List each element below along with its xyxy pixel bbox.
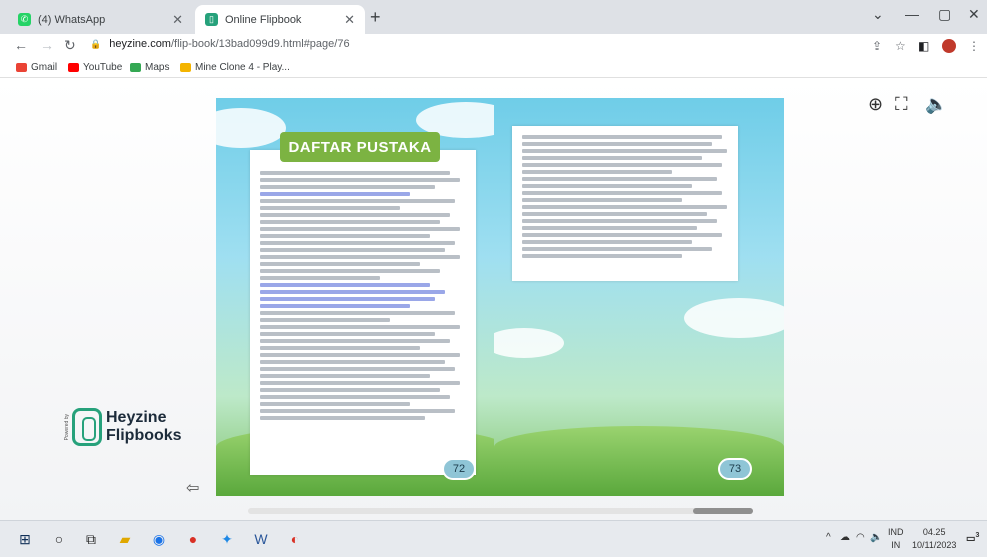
cloud-decoration [216, 108, 286, 148]
minimize-icon[interactable]: — [905, 6, 919, 22]
page-right[interactable]: 73 [494, 98, 784, 496]
flipbook-viewport: DAFTAR PUSTAKA 72 73 ⊕ ⛶ 🔈 Powered by He… [0, 78, 987, 520]
reload-icon[interactable]: ↻ [64, 37, 76, 54]
file-explorer-icon[interactable]: ▰ [116, 530, 134, 548]
url-path: /flip-book/13bad099d9.html#page/76 [170, 38, 350, 50]
cloud-decoration [684, 298, 784, 338]
taskbar: ⊞ ○ ⧉ ▰ ◉ ● ✦ W ◐ ^ ☁ ◠ 🔈 IND IN 04.25 1… [0, 520, 987, 557]
new-tab-button[interactable]: + [370, 7, 381, 28]
sidepanel-icon[interactable]: ◧ [918, 39, 929, 53]
bookmark-label: Mine Clone 4 - Play... [195, 62, 290, 73]
bookmark-mine-clone[interactable]: Mine Clone 4 - Play... [180, 62, 290, 73]
bookmark-label: Gmail [31, 62, 58, 73]
clock-date: 10/11/2023 [912, 540, 957, 550]
wifi-icon[interactable]: ◠ [856, 532, 865, 543]
volume-icon[interactable]: 🔈 [870, 532, 882, 543]
bookmark-label: YouTube [83, 62, 123, 73]
sound-icon[interactable]: 🔈 [925, 94, 947, 115]
youtube-icon [68, 63, 79, 72]
maximize-icon[interactable]: ▢ [938, 6, 951, 23]
language-line-2: IN [891, 540, 901, 550]
word-icon[interactable]: W [252, 530, 270, 548]
bibliography-sheet [512, 126, 738, 281]
heyzine-logo[interactable]: Powered by Heyzine Flipbooks [64, 408, 182, 446]
system-clock[interactable]: 04.25 10/11/2023 [912, 526, 956, 552]
address-bar: ← → ↻ 🔒 heyzine.com/flip-book/13bad099d9.… [0, 34, 987, 58]
url-host: heyzine.com [109, 38, 171, 50]
logo-tag: Powered by [64, 413, 70, 441]
logo-line-2: Flipbooks [106, 427, 182, 444]
language-line-1: IND [888, 527, 904, 537]
page-left[interactable]: DAFTAR PUSTAKA 72 [216, 98, 506, 496]
zoom-in-icon[interactable]: ⊕ [868, 94, 883, 115]
page-heading: DAFTAR PUSTAKA [280, 132, 440, 162]
gmail-icon [16, 63, 27, 72]
url-field[interactable]: 🔒 heyzine.com/flip-book/13bad099d9.html#p… [90, 38, 350, 50]
tab-title: Online Flipbook [225, 13, 302, 26]
bookmark-youtube[interactable]: YouTube [68, 62, 122, 73]
logo-line-1: Heyzine [106, 409, 167, 426]
app-icon[interactable]: ● [184, 530, 202, 548]
language-indicator[interactable]: IND IN [888, 526, 904, 552]
fullscreen-icon[interactable]: ⛶ [895, 94, 908, 115]
heyzine-icon: ▯ [205, 13, 218, 26]
tab-whatsapp[interactable]: ✆ (4) WhatsApp ✕ [8, 5, 193, 34]
tab-search-icon[interactable]: ⌄ [872, 6, 884, 23]
bookmark-gmail[interactable]: Gmail [16, 62, 57, 73]
horizontal-scrollbar[interactable] [248, 508, 753, 514]
bookmarks-bar: Gmail YouTube Maps Mine Clone 4 - Play..… [0, 58, 987, 78]
scrollbar-thumb[interactable] [693, 508, 753, 514]
back-icon[interactable]: ← [14, 37, 28, 53]
chrome-icon[interactable]: ◉ [150, 530, 168, 548]
game-icon [180, 63, 191, 72]
tab-online-flipbook[interactable]: ▯ Online Flipbook ✕ [195, 5, 365, 34]
task-view-icon[interactable]: ⧉ [82, 530, 100, 548]
notification-count: 3 [975, 532, 980, 539]
cloud-decoration [494, 328, 564, 358]
share-icon[interactable]: ⇦ [186, 478, 199, 498]
tab-bar: ✆ (4) WhatsApp ✕ ▯ Online Flipbook ✕ + ⌄… [0, 0, 987, 34]
heyzine-logo-icon [72, 408, 102, 446]
page-number-right: 73 [718, 458, 752, 480]
app-icon[interactable]: ✦ [218, 530, 236, 548]
bibliography-sheet [250, 150, 476, 475]
bookmark-maps[interactable]: Maps [130, 62, 169, 73]
search-icon[interactable]: ○ [50, 530, 68, 548]
maps-icon [130, 63, 141, 72]
clock-time: 04.25 [922, 527, 946, 537]
bookmark-label: Maps [145, 62, 170, 73]
windows-start-icon[interactable]: ⊞ [16, 530, 34, 548]
close-tab-icon[interactable]: ✕ [172, 12, 183, 28]
tray-overflow-icon[interactable]: ^ [826, 532, 831, 543]
share-icon[interactable]: ⇪ [872, 39, 882, 53]
menu-icon[interactable]: ⋮ [968, 39, 980, 53]
close-window-icon[interactable]: ✕ [968, 6, 980, 23]
close-tab-icon[interactable]: ✕ [344, 12, 355, 28]
tab-title: (4) WhatsApp [38, 13, 106, 26]
page-number-left: 72 [442, 458, 476, 480]
profile-avatar[interactable] [942, 39, 956, 53]
network-icon[interactable]: ☁ [840, 532, 850, 543]
notifications-icon[interactable]: ▭3 [966, 532, 979, 544]
app-icon[interactable]: ◐ [286, 530, 304, 548]
whatsapp-icon: ✆ [18, 13, 31, 26]
forward-icon[interactable]: → [40, 37, 54, 53]
lock-icon: 🔒 [90, 39, 102, 49]
bookmark-star-icon[interactable]: ☆ [895, 39, 906, 53]
